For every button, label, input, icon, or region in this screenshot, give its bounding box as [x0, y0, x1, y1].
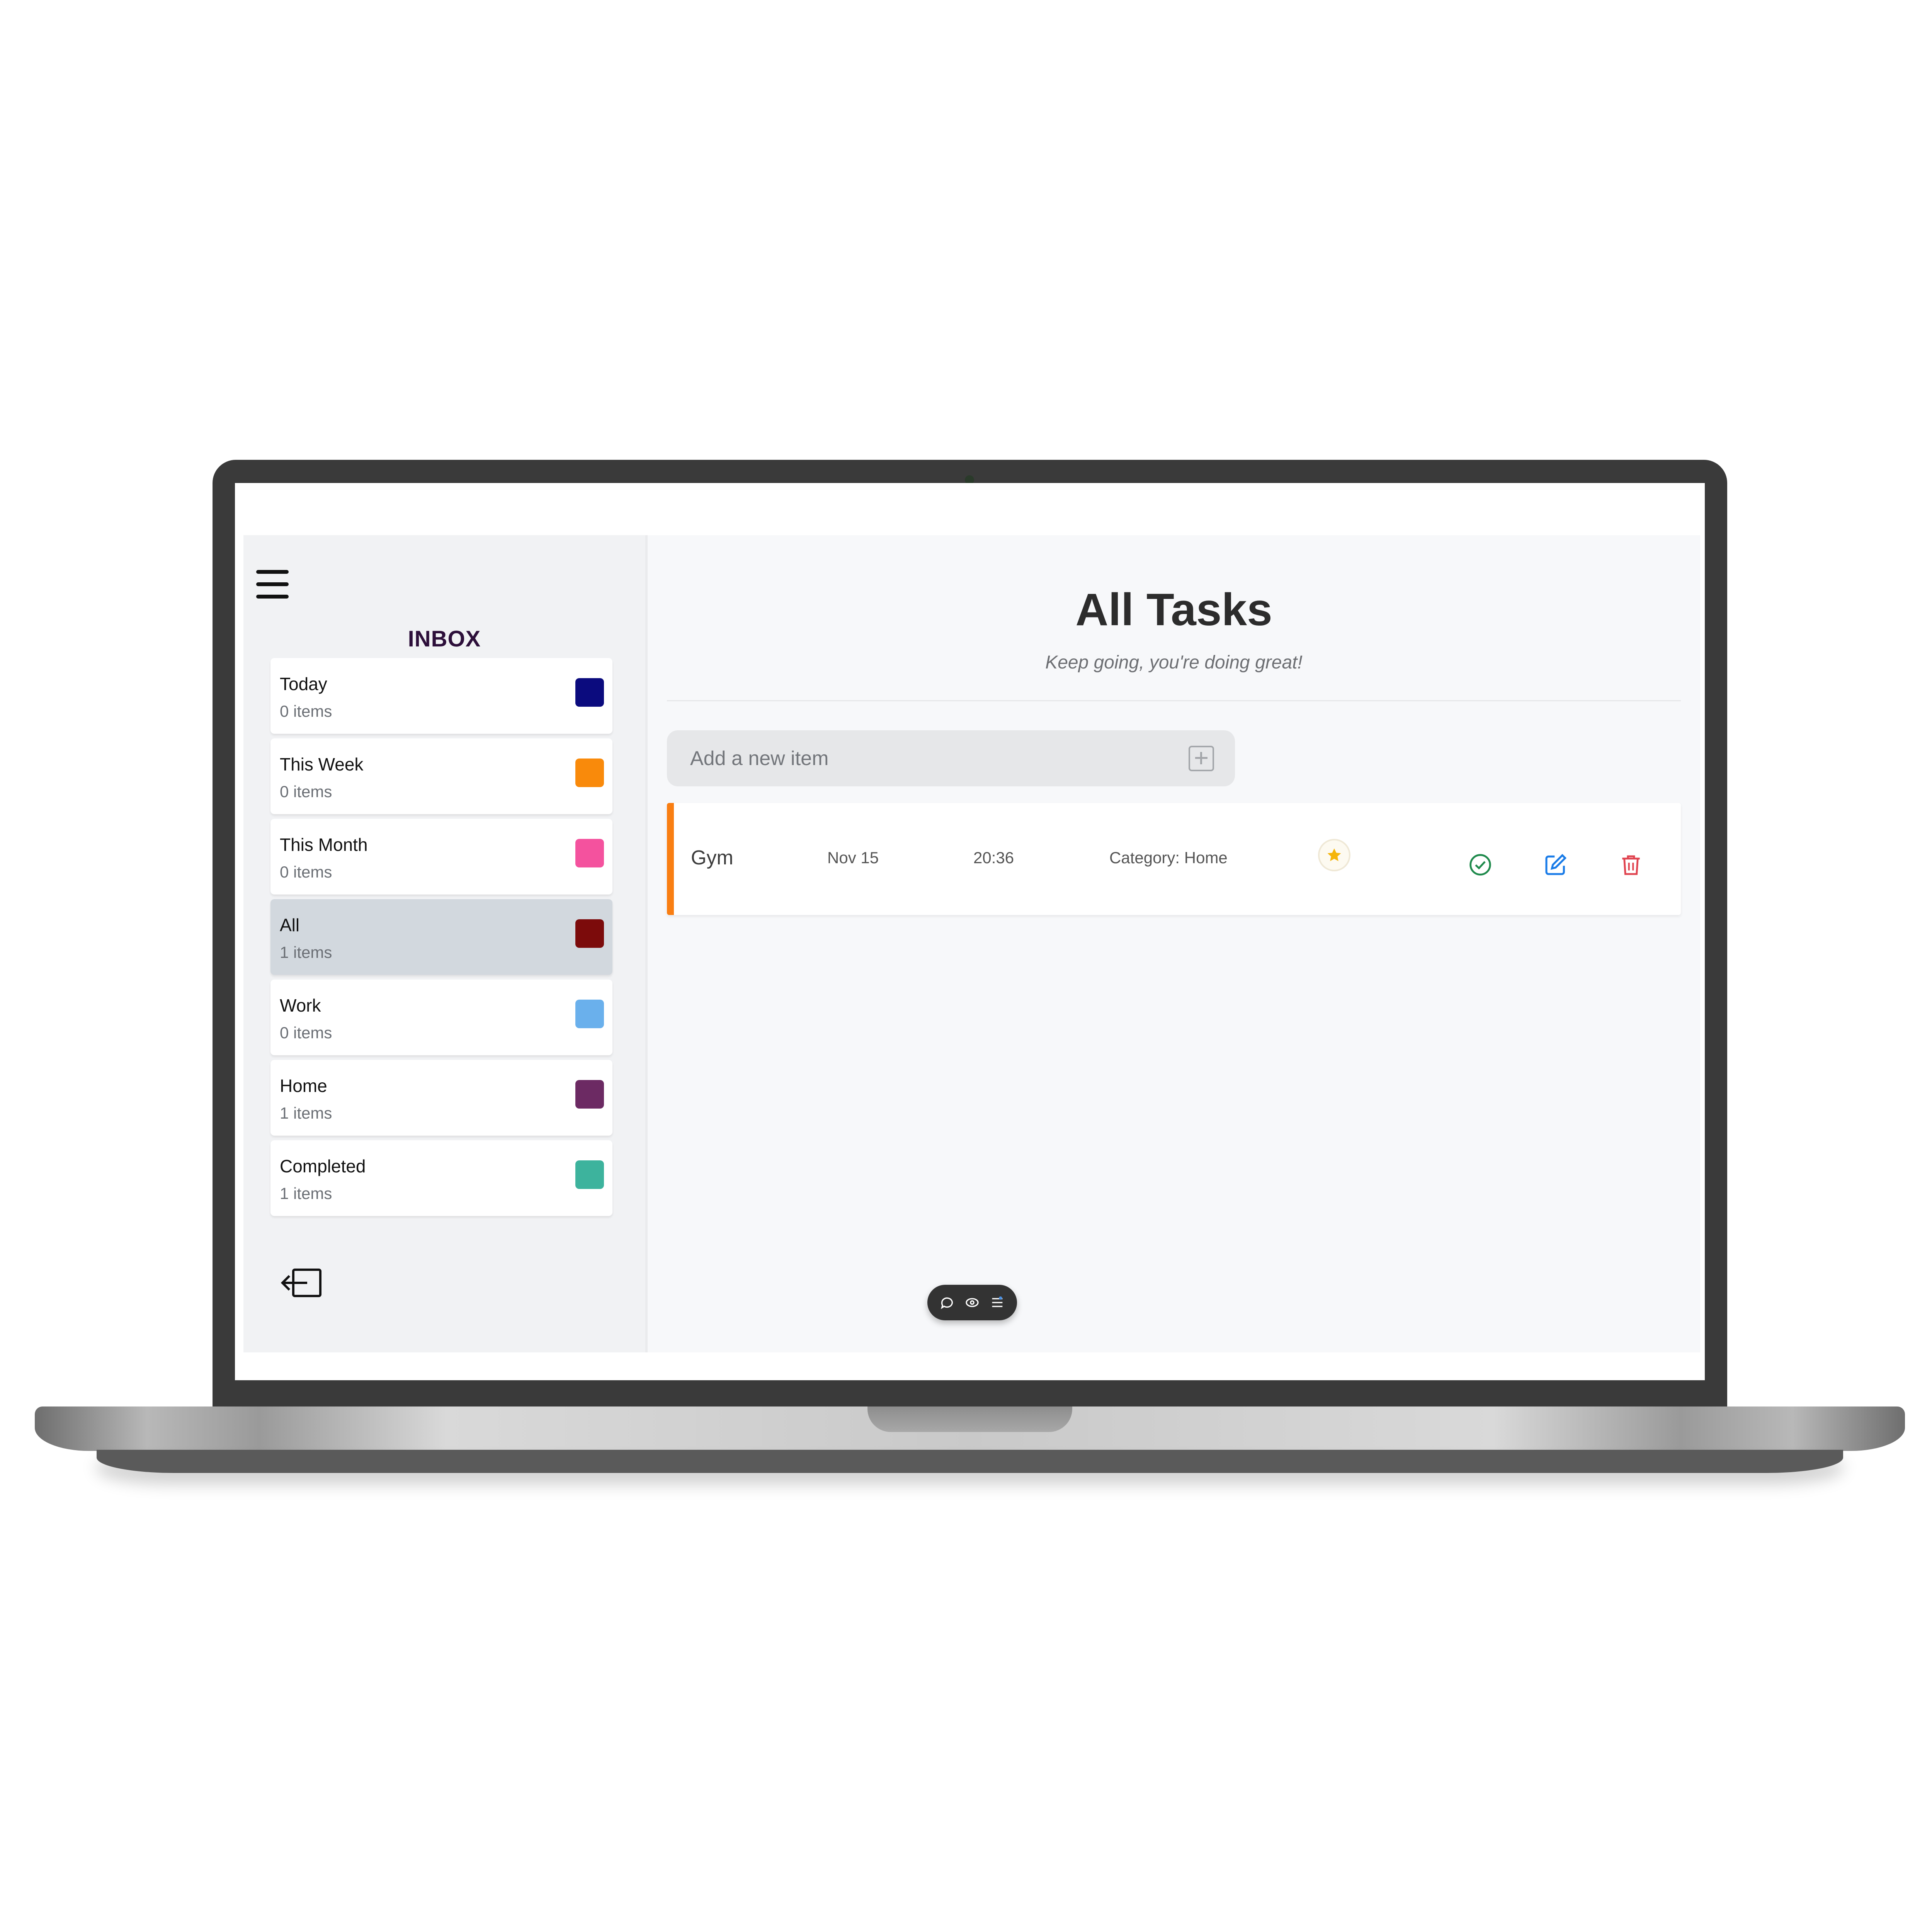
- laptop-base-shadow: [97, 1450, 1843, 1473]
- category-count: 0 items: [280, 782, 332, 801]
- category-item-completed[interactable]: Completed 1 items: [270, 1140, 612, 1216]
- category-label: All: [280, 915, 300, 935]
- color-swatch: [575, 759, 604, 787]
- eye-toggle-icon[interactable]: [964, 1295, 980, 1310]
- category-item-all[interactable]: All 1 items: [270, 899, 612, 975]
- logout-icon[interactable]: [280, 1267, 323, 1298]
- task-category: Category: Home: [1109, 849, 1228, 867]
- color-swatch: [575, 678, 604, 707]
- category-list: Today 0 items This Week 0 items This Mon…: [270, 658, 612, 1221]
- color-swatch: [575, 1000, 604, 1028]
- category-label: This Month: [280, 835, 368, 855]
- category-label: This Week: [280, 754, 364, 774]
- inbox-title: INBOX: [408, 626, 481, 651]
- category-count: 1 items: [280, 943, 332, 961]
- color-swatch: [575, 839, 604, 867]
- add-item-input[interactable]: Add a new item: [667, 730, 1235, 786]
- page-subtitle: Keep going, you're doing great!: [1045, 652, 1303, 673]
- category-count: 0 items: [280, 863, 332, 881]
- page-title: All Tasks: [1075, 584, 1272, 635]
- check-circle-icon[interactable]: [1468, 852, 1493, 877]
- edit-icon[interactable]: [1543, 852, 1568, 877]
- category-count: 0 items: [280, 702, 332, 720]
- color-swatch: [575, 1080, 604, 1109]
- divider: [667, 700, 1681, 701]
- task-title: Gym: [691, 847, 733, 869]
- add-item-placeholder: Add a new item: [690, 747, 829, 770]
- main-panel: All Tasks Keep going, you're doing great…: [648, 535, 1700, 1352]
- category-count: 0 items: [280, 1024, 332, 1042]
- floating-toolbar: [927, 1285, 1017, 1320]
- star-button[interactable]: [1320, 840, 1349, 870]
- trash-icon[interactable]: [1619, 852, 1643, 877]
- hamburger-menu-icon[interactable]: [256, 570, 289, 599]
- category-item-work[interactable]: Work 0 items: [270, 980, 612, 1055]
- category-label: Today: [280, 674, 327, 694]
- color-swatch: [575, 1160, 604, 1189]
- chat-bubble-icon[interactable]: [939, 1295, 955, 1310]
- category-item-this-month[interactable]: This Month 0 items: [270, 819, 612, 895]
- category-item-this-week[interactable]: This Week 0 items: [270, 738, 612, 814]
- category-count: 1 items: [280, 1104, 332, 1122]
- task-time: 20:36: [973, 849, 1014, 867]
- color-swatch: [575, 919, 604, 948]
- task-row[interactable]: Gym Nov 15 20:36 Category: Home: [667, 803, 1681, 915]
- category-label: Completed: [280, 1156, 366, 1176]
- list-settings-icon[interactable]: [990, 1295, 1005, 1310]
- laptop-hinge: [867, 1406, 1072, 1432]
- laptop-screen: INBOX Today 0 items This Week 0 items Th…: [235, 483, 1705, 1380]
- category-label: Home: [280, 1076, 327, 1096]
- category-item-today[interactable]: Today 0 items: [270, 658, 612, 734]
- category-item-home[interactable]: Home 1 items: [270, 1060, 612, 1136]
- sidebar: INBOX Today 0 items This Week 0 items Th…: [243, 535, 648, 1352]
- todo-app: INBOX Today 0 items This Week 0 items Th…: [243, 535, 1700, 1352]
- category-count: 1 items: [280, 1184, 332, 1202]
- category-label: Work: [280, 995, 321, 1015]
- plus-square-icon[interactable]: [1189, 745, 1214, 771]
- star-icon: [1327, 848, 1341, 861]
- task-date: Nov 15: [827, 849, 879, 867]
